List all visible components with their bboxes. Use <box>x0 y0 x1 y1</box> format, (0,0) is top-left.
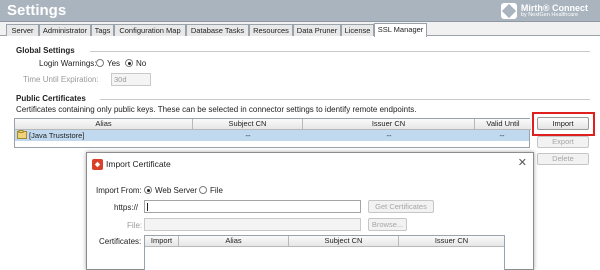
login-warnings-yes-label: Yes <box>107 59 121 68</box>
tab-configuration-map[interactable]: Configuration Map <box>114 24 186 36</box>
column-header-import[interactable]: Import <box>145 236 179 247</box>
column-header-subject-cn[interactable]: Subject CN <box>289 236 399 247</box>
global-settings-divider <box>90 51 590 52</box>
dialog-certificates-table[interactable]: Import Alias Subject CN Issuer CN <box>144 235 505 270</box>
logo-subtitle: by NextGen Healthcare <box>520 11 579 18</box>
tab-database-tasks[interactable]: Database Tasks <box>186 24 249 36</box>
browse-button[interactable]: Browse... <box>368 218 407 231</box>
table-row[interactable]: [Java Truststore] -- -- -- <box>15 130 529 141</box>
export-button[interactable]: Export <box>537 136 589 148</box>
column-header-alias[interactable]: Alias <box>15 119 193 130</box>
web-server-radio[interactable] <box>144 186 152 194</box>
https-label: https:// <box>114 203 139 212</box>
tab-data-pruner[interactable]: Data Pruner <box>293 24 341 36</box>
login-warnings-yes-radio[interactable] <box>96 59 104 67</box>
public-certificates-title: Public Certificates <box>16 94 86 103</box>
tab-server[interactable]: Server <box>6 24 39 36</box>
valid-until-cell: -- <box>499 131 505 140</box>
delete-button[interactable]: Delete <box>537 153 589 165</box>
logo-icon <box>500 3 517 19</box>
login-warnings-no-radio[interactable] <box>125 59 133 67</box>
file-field-label: File: <box>127 221 143 230</box>
settings-tab-bar: Server Administrator Tags Configuration … <box>0 22 600 37</box>
https-url-input[interactable] <box>144 200 361 213</box>
public-certificates-description: Certificates containing only public keys… <box>16 105 417 114</box>
public-certificates-divider <box>100 99 590 100</box>
file-path-input[interactable] <box>144 218 361 231</box>
mirth-app-icon <box>92 159 103 170</box>
tab-resources[interactable]: Resources <box>249 24 293 36</box>
file-radio-label: File <box>210 186 223 195</box>
file-radio[interactable] <box>199 186 207 194</box>
import-button[interactable]: Import <box>537 117 589 130</box>
login-warnings-label: Login Warnings: <box>39 59 97 68</box>
column-header-valid-until[interactable]: Valid Until <box>475 119 531 130</box>
truststore-icon <box>17 130 27 141</box>
certificates-label: Certificates: <box>99 237 142 246</box>
mirth-logo: Mirth® Connect by NextGen Healthcare <box>500 2 588 20</box>
web-server-label: Web Server <box>155 186 198 195</box>
tab-ssl-manager[interactable]: SSL Manager <box>374 23 427 37</box>
time-until-expiration-field[interactable]: 30d <box>111 73 151 86</box>
alias-cell: [Java Truststore] <box>29 131 85 140</box>
tab-tags[interactable]: Tags <box>91 24 114 36</box>
import-certificate-dialog: Import Certificate ✕ Import From: Web Se… <box>86 152 534 270</box>
subject-cn-cell: -- <box>245 131 251 140</box>
tab-license[interactable]: License <box>341 24 374 36</box>
column-header-alias[interactable]: Alias <box>179 236 289 247</box>
public-certificates-table[interactable]: Alias Subject CN Issuer CN Valid Until [… <box>14 118 531 148</box>
issuer-cn-cell: -- <box>386 131 392 140</box>
import-from-label: Import From: <box>96 186 142 195</box>
get-certificates-button[interactable]: Get Certificates <box>368 200 434 213</box>
login-warnings-no-label: No <box>136 59 147 68</box>
column-header-issuer-cn[interactable]: Issuer CN <box>399 236 504 247</box>
settings-header: Settings Mirth® Connect by NextGen Healt… <box>0 0 600 22</box>
close-icon[interactable]: ✕ <box>518 156 527 169</box>
global-settings-title: Global Settings <box>16 46 75 55</box>
tab-administrator[interactable]: Administrator <box>39 24 91 36</box>
time-until-expiration-label: Time Until Expiration: <box>23 75 99 84</box>
dialog-title: Import Certificate <box>106 159 171 169</box>
page-title: Settings <box>7 2 67 19</box>
column-header-issuer-cn[interactable]: Issuer CN <box>303 119 475 130</box>
column-header-subject-cn[interactable]: Subject CN <box>193 119 303 130</box>
